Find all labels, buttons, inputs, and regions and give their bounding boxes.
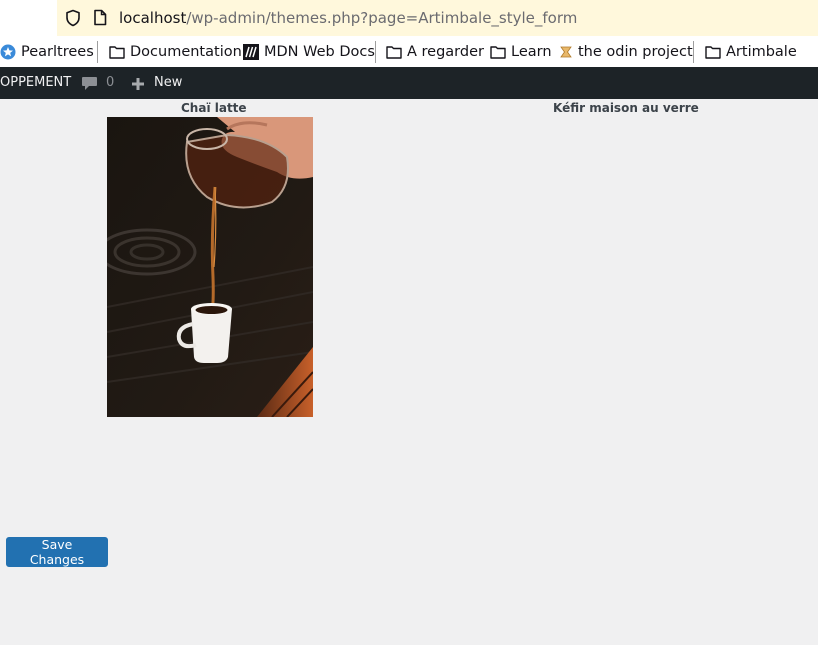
plus-icon[interactable]	[131, 77, 145, 91]
shield-icon[interactable]	[65, 9, 81, 27]
bookmark-label: A regarder	[407, 44, 484, 60]
page-icon[interactable]	[93, 9, 107, 26]
mdn-icon	[243, 44, 259, 60]
bookmark-pearltrees[interactable]: Pearltrees	[0, 42, 94, 62]
new-content-link[interactable]: New	[154, 75, 182, 91]
url-host: localhost	[119, 9, 187, 27]
pearltrees-icon	[0, 44, 16, 60]
bookmarks-bar: Pearltrees Documentation MDN Web Docs A …	[0, 36, 818, 67]
bookmark-label: Learn	[511, 44, 552, 60]
bookmark-label: Pearltrees	[21, 44, 94, 60]
bookmark-documentation[interactable]: Documentation	[109, 42, 242, 62]
folder-icon	[109, 46, 125, 59]
site-name-link[interactable]: OPPEMENT	[0, 75, 71, 91]
save-changes-button[interactable]: Save Changes	[6, 537, 108, 567]
bookmark-artimbale[interactable]: Artimbale	[705, 42, 797, 62]
folder-icon	[705, 46, 721, 59]
bookmark-learn[interactable]: Learn	[490, 42, 552, 62]
folder-icon	[490, 46, 506, 59]
bookmark-label: Documentation	[130, 44, 242, 60]
bookmark-separator	[375, 41, 376, 63]
bookmark-a-regarder[interactable]: A regarder	[386, 42, 484, 62]
bookmark-odin-project[interactable]: the odin project	[559, 42, 693, 62]
column-title: Kéfir maison au verre	[553, 101, 699, 115]
column-title: Chaï latte	[181, 101, 247, 115]
comments-count[interactable]: 0	[106, 75, 114, 91]
bookmark-mdn[interactable]: MDN Web Docs	[243, 42, 375, 62]
bookmark-label: MDN Web Docs	[264, 44, 375, 60]
comment-icon[interactable]	[81, 76, 98, 91]
browser-toolbar: localhost/wp-admin/themes.php?page=Artim…	[0, 0, 818, 36]
wp-admin-bar: OPPEMENT 0 New	[0, 67, 818, 99]
url-text[interactable]: localhost/wp-admin/themes.php?page=Artim…	[119, 8, 577, 28]
url-path: /wp-admin/themes.php?page=Artimbale_styl…	[186, 9, 578, 27]
folder-icon	[386, 46, 402, 59]
bookmark-separator	[97, 41, 98, 63]
chai-latte-image	[107, 117, 313, 417]
odin-icon	[560, 46, 572, 58]
bookmark-label: the odin project	[578, 44, 693, 60]
bookmark-label: Artimbale	[726, 44, 797, 60]
bookmark-separator	[693, 41, 694, 63]
